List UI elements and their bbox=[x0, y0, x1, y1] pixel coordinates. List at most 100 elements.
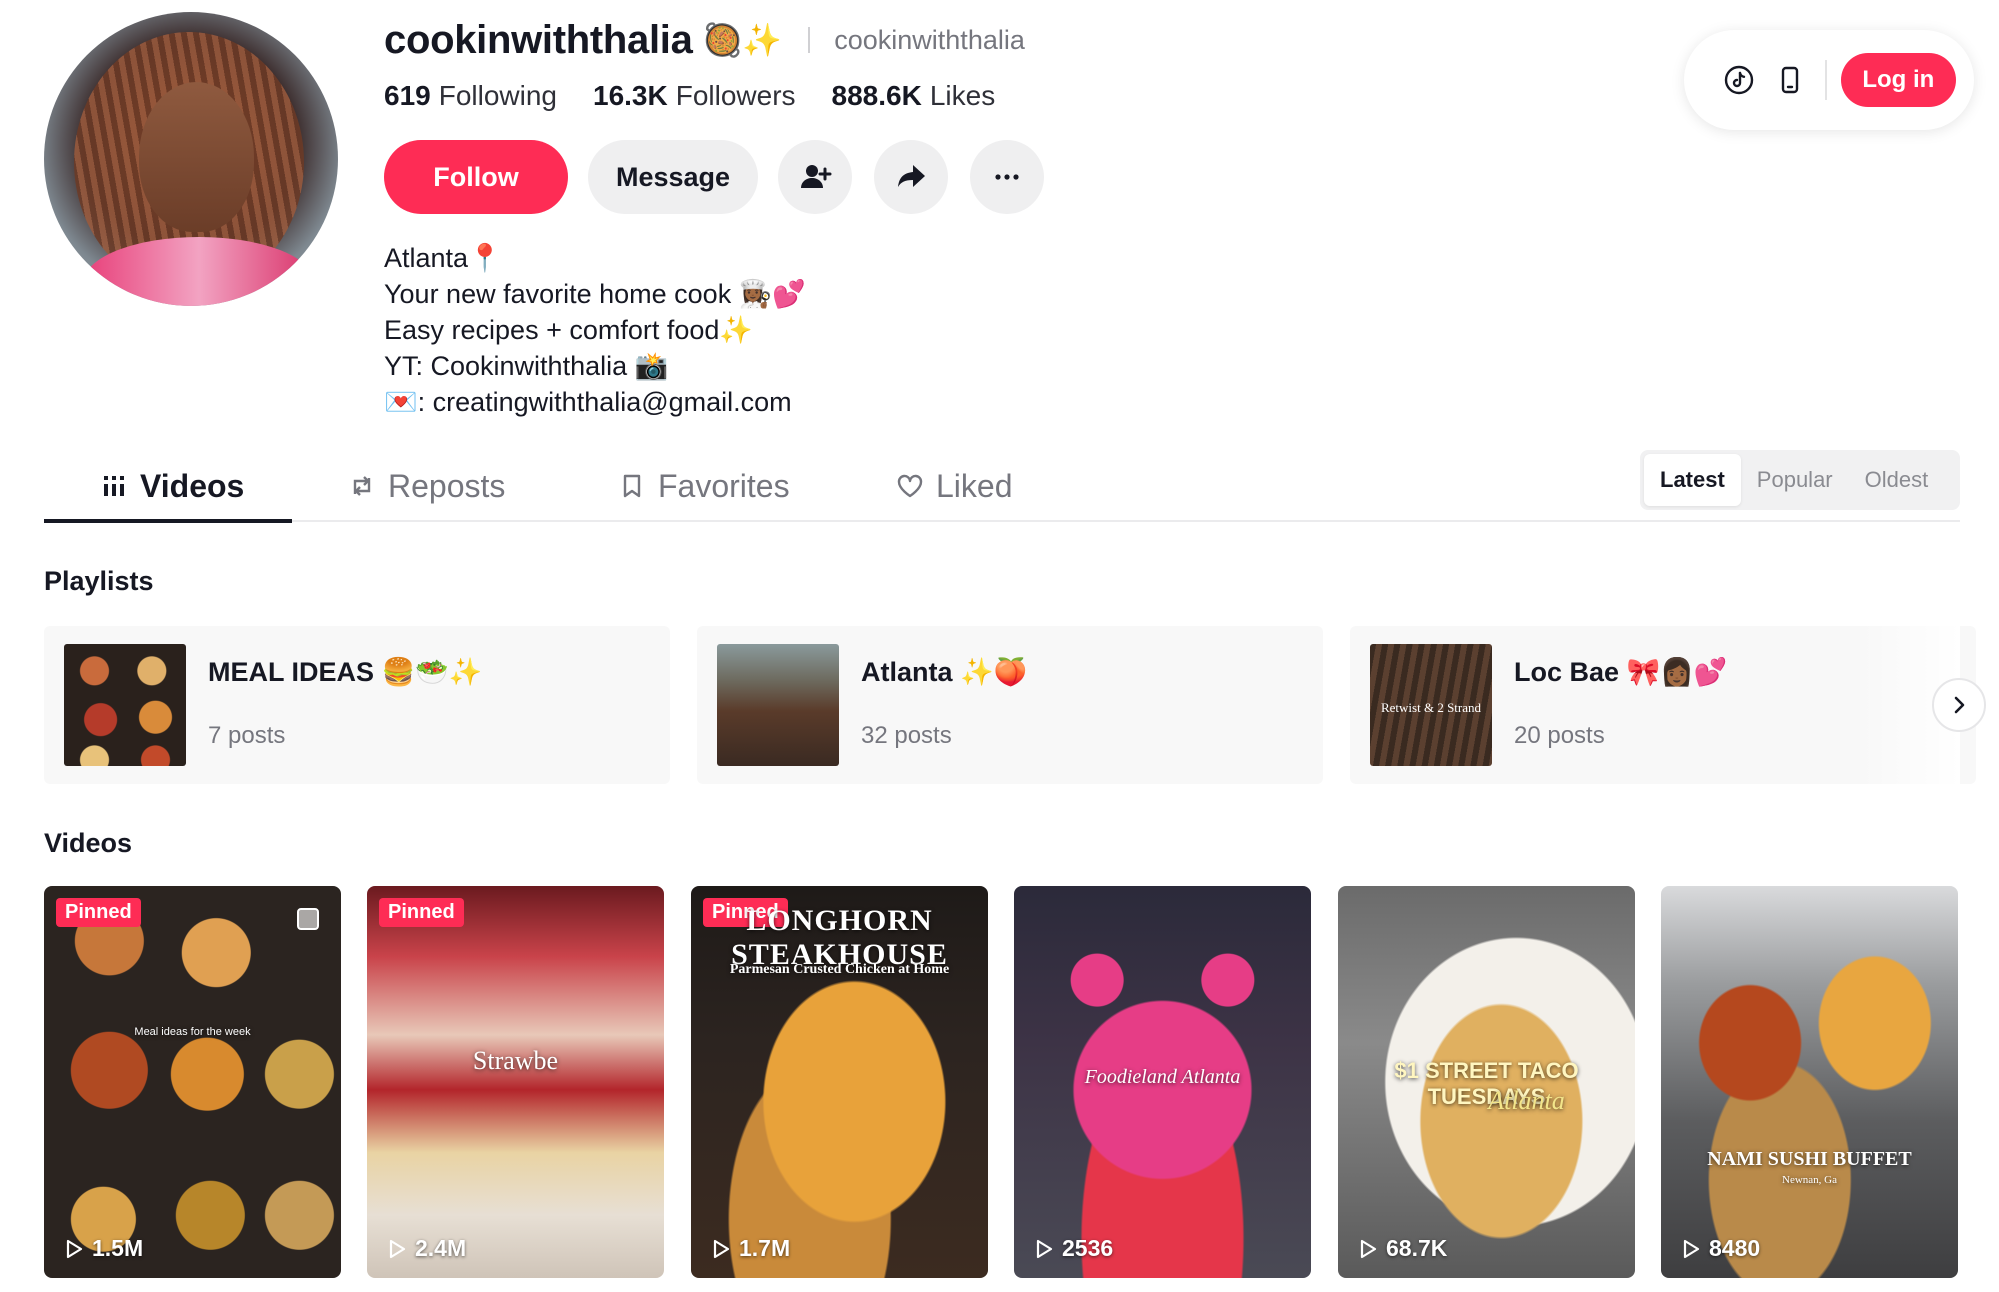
playlists-heading: Playlists bbox=[44, 566, 154, 596]
stat-label: Likes bbox=[929, 80, 996, 111]
view-count-text: 1.7M bbox=[739, 1235, 791, 1261]
video-caption: Strawbe bbox=[472, 1046, 559, 1075]
stat-number: 888.6K bbox=[831, 80, 922, 111]
more-options-button[interactable] bbox=[970, 140, 1044, 214]
bio-line-email: 💌: creatingwiththalia@gmail.com bbox=[384, 387, 792, 417]
active-tab-indicator bbox=[44, 519, 292, 523]
name-row: cookinwiththalia 🥘✨ cookinwiththalia bbox=[384, 14, 1066, 66]
view-count: 8480 bbox=[1681, 1235, 1760, 1262]
view-count: 68.7K bbox=[1358, 1235, 1447, 1262]
bookmark-icon bbox=[623, 474, 641, 498]
stat-number: 16.3K bbox=[593, 80, 668, 111]
video-subcaption: Newnan, Ga bbox=[1782, 1174, 1837, 1186]
stat-label: Followers bbox=[675, 80, 796, 111]
avatar[interactable] bbox=[44, 12, 338, 306]
view-count-text: 1.5M bbox=[92, 1235, 144, 1261]
video-card[interactable]: NAMI SUSHI BUFFET Newnan, Ga 8480 bbox=[1661, 886, 1958, 1278]
repost-icon bbox=[353, 476, 371, 496]
share-arrow-icon bbox=[898, 165, 925, 187]
sort-oldest[interactable]: Oldest bbox=[1849, 454, 1945, 506]
view-count: 1.7M bbox=[711, 1235, 790, 1262]
stat-following[interactable]: 619 Following bbox=[384, 80, 557, 112]
display-name: cookinwiththalia bbox=[384, 17, 693, 62]
bio: Atlanta📍 Your new favorite home cook 👩🏾‍… bbox=[384, 240, 1066, 420]
view-count: 2536 bbox=[1034, 1235, 1113, 1262]
message-button[interactable]: Message bbox=[588, 140, 758, 214]
username: cookinwiththalia bbox=[834, 24, 1025, 55]
tab-label: Favorites bbox=[658, 467, 790, 504]
sort-toggle: Latest Popular Oldest bbox=[1640, 450, 1960, 510]
multi-image-icon bbox=[297, 908, 319, 930]
view-count-text: 2.4M bbox=[415, 1235, 467, 1261]
name-emoji: 🥘✨ bbox=[702, 22, 783, 58]
playlist-thumbnail: Retwist & 2 Strand bbox=[1370, 644, 1492, 766]
tab-label: Liked bbox=[936, 467, 1013, 504]
playlist-thumbnail bbox=[64, 644, 186, 766]
follow-button[interactable]: Follow bbox=[384, 140, 568, 214]
profile-actions: Follow Message bbox=[384, 140, 1066, 214]
bio-line: Atlanta📍 bbox=[384, 243, 502, 273]
login-button[interactable]: Log in bbox=[1840, 53, 1957, 107]
playlist-card[interactable]: Atlanta ✨🍑 32 posts bbox=[697, 626, 1323, 784]
add-friend-button[interactable] bbox=[778, 140, 852, 214]
view-count-text: 68.7K bbox=[1386, 1235, 1448, 1261]
view-count: 1.5M bbox=[64, 1235, 143, 1262]
video-card[interactable]: Pinned Strawbe 2.4M bbox=[367, 886, 664, 1278]
video-caption: NAMI SUSHI BUFFET bbox=[1707, 1148, 1912, 1170]
stat-followers[interactable]: 16.3K Followers bbox=[593, 80, 796, 112]
playlist-card[interactable]: MEAL IDEAS 🍔🥗✨ 7 posts bbox=[44, 626, 670, 784]
tab-videos[interactable]: Videos bbox=[100, 450, 244, 522]
play-icon bbox=[1036, 1239, 1053, 1258]
video-caption: Foodieland Atlanta bbox=[1084, 1066, 1241, 1088]
sort-popular[interactable]: Popular bbox=[1741, 454, 1849, 506]
playlist-title: Atlanta ✨🍑 bbox=[861, 657, 1028, 687]
stat-number: 619 bbox=[384, 80, 431, 111]
bio-line: YT: Cookinwiththalia 📸 bbox=[384, 351, 669, 381]
tab-favorites[interactable]: Favorites bbox=[618, 450, 790, 522]
bio-line: Easy recipes + comfort food✨ bbox=[384, 315, 754, 345]
video-card[interactable]: Pinned Meal ideas for the week 1.5M bbox=[44, 886, 341, 1278]
view-count: 2.4M bbox=[387, 1235, 466, 1262]
video-caption: Meal ideas for the week bbox=[134, 1026, 251, 1038]
play-icon bbox=[713, 1239, 730, 1258]
sort-latest[interactable]: Latest bbox=[1644, 454, 1741, 506]
playlist-count: 7 posts bbox=[208, 722, 286, 749]
heart-icon bbox=[897, 474, 923, 498]
playlist-count: 32 posts bbox=[861, 722, 952, 749]
top-divider bbox=[1824, 60, 1827, 100]
playlist-title: MEAL IDEAS 🍔🥗✨ bbox=[208, 657, 483, 687]
tab-label: Videos bbox=[140, 467, 245, 504]
stat-label: Following bbox=[438, 80, 557, 111]
bio-line: Your new favorite home cook 👩🏾‍🍳💕 bbox=[384, 279, 806, 309]
profile-info: cookinwiththalia 🥘✨ cookinwiththalia 619… bbox=[384, 14, 1066, 420]
more-dots-icon bbox=[995, 174, 1019, 180]
mobile-phone-icon[interactable] bbox=[1764, 52, 1814, 108]
pinned-badge: Pinned bbox=[56, 898, 141, 927]
view-count-text: 2536 bbox=[1062, 1235, 1114, 1261]
playlist-next-button[interactable] bbox=[1932, 678, 1986, 732]
add-user-icon bbox=[801, 165, 832, 188]
video-subcaption: Parmesan Crusted Chicken at Home bbox=[729, 962, 950, 977]
share-button[interactable] bbox=[874, 140, 948, 214]
videos-heading: Videos bbox=[44, 828, 133, 858]
stat-likes: 888.6K Likes bbox=[832, 80, 996, 112]
play-icon bbox=[389, 1239, 406, 1258]
name-divider bbox=[808, 27, 811, 53]
play-icon bbox=[66, 1239, 83, 1258]
grid-icon bbox=[104, 476, 124, 496]
stats-row: 619 Following 16.3K Followers 888.6K Likes bbox=[384, 78, 1066, 114]
video-card[interactable]: Foodieland Atlanta 2536 bbox=[1014, 886, 1311, 1278]
video-card[interactable]: Pinned LONGHORN STEAKHOUSE Parmesan Crus… bbox=[691, 886, 988, 1278]
tab-label: Reposts bbox=[388, 467, 506, 504]
top-actions: Log in bbox=[1684, 30, 1974, 130]
chevron-right-icon bbox=[1954, 696, 1965, 714]
play-icon bbox=[1360, 1239, 1377, 1258]
playlist-title: Loc Bae 🎀👩🏾💕 bbox=[1514, 657, 1728, 687]
tiktok-logo-icon[interactable] bbox=[1714, 52, 1764, 108]
playlist-thumbnail bbox=[717, 644, 839, 766]
tab-reposts[interactable]: Reposts bbox=[348, 450, 505, 522]
video-subcaption: Atlanta bbox=[1488, 1086, 1565, 1115]
tab-liked[interactable]: Liked bbox=[896, 450, 1013, 522]
playlist-thumb-text: Retwist & 2 Strand bbox=[1380, 700, 1482, 715]
video-card[interactable]: $1 STREET TACO TUESDAYS Atlanta 68.7K bbox=[1338, 886, 1635, 1278]
